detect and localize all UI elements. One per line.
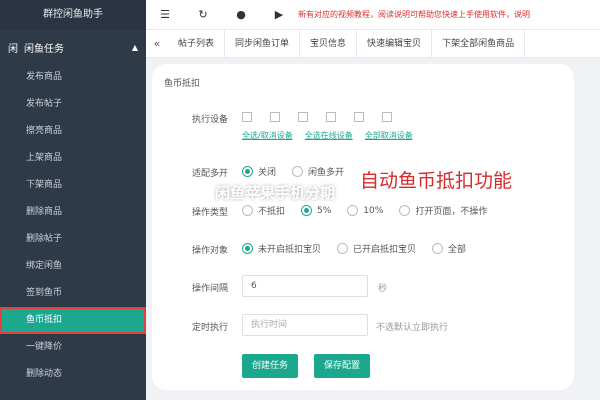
timer-hint: 不选默认立即执行: [376, 323, 449, 333]
device-checkbox[interactable]: [242, 112, 256, 122]
refresh-icon[interactable]: ↻: [184, 8, 222, 21]
radio-selected-icon[interactable]: [242, 166, 253, 177]
device-checkbox[interactable]: [382, 112, 396, 122]
multi-open-options: 关闭 闲鱼多开: [242, 165, 360, 178]
checkbox-icon[interactable]: [326, 112, 336, 122]
sidebar-item-delete-product[interactable]: 删除商品: [0, 199, 146, 226]
coin-deduction-panel: 鱼币抵扣 执行设备 全选/取消设备 全选在线设备 全部取消设备 适配多开 关闭 …: [152, 64, 574, 390]
checkbox-icon[interactable]: [382, 112, 392, 122]
type-no-deduct-option[interactable]: 不抵扣: [242, 204, 285, 217]
sidebar-item-delete-moments[interactable]: 删除动态: [0, 361, 146, 388]
target-enabled-option[interactable]: 已开启抵扣宝贝: [337, 242, 416, 255]
promo-overlay-white: 闲鱼苹果手机分期: [215, 184, 336, 202]
device-checkbox[interactable]: [270, 112, 284, 122]
operation-type-label: 操作类型: [192, 208, 229, 218]
operation-target-options: 未开启抵扣宝贝 已开启抵扣宝贝 全部: [242, 242, 482, 255]
select-online-devices-link[interactable]: 全选在线设备: [305, 130, 353, 141]
sidebar-item-publish-product[interactable]: 发布商品: [0, 64, 146, 91]
radio-icon[interactable]: [292, 166, 304, 177]
option-label: 闲鱼多开: [308, 168, 345, 178]
sidebar-item-polish-product[interactable]: 擦亮商品: [0, 118, 146, 145]
tab-delist-all[interactable]: 下架全部闲鱼商品: [432, 30, 526, 57]
target-not-enabled-option[interactable]: 未开启抵扣宝贝: [242, 242, 321, 255]
radio-icon[interactable]: [337, 243, 349, 254]
device-links: 全选/取消设备 全选在线设备 全部取消设备: [242, 130, 425, 141]
device-list: [242, 112, 410, 122]
chevron-up-icon: ▲: [131, 42, 138, 52]
radio-icon[interactable]: [347, 205, 359, 216]
checkbox-icon[interactable]: [242, 112, 252, 122]
radio-icon[interactable]: [242, 205, 253, 216]
target-all-option[interactable]: 全部: [432, 242, 466, 255]
option-label: 不抵扣: [258, 207, 286, 217]
sidebar-item-delist-product[interactable]: 下架商品: [0, 172, 146, 199]
option-label: 全部: [448, 245, 467, 255]
interval-input[interactable]: 6: [242, 275, 368, 297]
multi-open-off-option[interactable]: 关闭: [242, 165, 276, 178]
play-icon[interactable]: ▶: [260, 8, 298, 21]
multi-open-xianyu-option[interactable]: 闲鱼多开: [292, 165, 344, 178]
save-config-button[interactable]: 保存配置: [314, 354, 371, 378]
menu-toggle-icon[interactable]: ☰: [146, 8, 184, 21]
timer-label: 定时执行: [192, 323, 229, 333]
timer-input[interactable]: 执行时间: [242, 314, 368, 336]
operation-type-options: 不抵扣 5% 10% 打开页面，不操作: [242, 204, 503, 217]
tab-sync-orders[interactable]: 同步闲鱼订单: [225, 30, 301, 57]
sidebar-item-one-click-price-cut[interactable]: 一键降价: [0, 334, 146, 361]
checkbox-icon[interactable]: [298, 112, 308, 122]
interval-unit: 秒: [378, 284, 388, 294]
type-open-only-option[interactable]: 打开页面，不操作: [399, 204, 487, 217]
sidebar: 群控闲鱼助手 闲 闲鱼任务 ▲ 发布商品 发布帖子 擦亮商品 上架商品 下架商品…: [0, 0, 146, 400]
sidebar-item-bind-xianyu[interactable]: 绑定闲鱼: [0, 253, 146, 280]
create-task-button[interactable]: 创建任务: [242, 354, 299, 378]
tab-scroll-left-icon[interactable]: «: [146, 37, 168, 50]
top-toolbar: ☰ ↻ ● ▶ 新有对应的视频教程，阅读说明可帮助您快速上手使用软件，说明: [146, 0, 600, 30]
sidebar-item-delete-post[interactable]: 删除帖子: [0, 226, 146, 253]
radio-icon[interactable]: [399, 205, 411, 216]
notice-text: 新有对应的视频教程，阅读说明可帮助您快速上手使用软件，说明: [298, 10, 530, 19]
sidebar-item-coin-deduction[interactable]: 鱼币抵扣: [0, 307, 146, 334]
option-label: 打开页面，不操作: [415, 207, 488, 217]
tab-post-list[interactable]: 帖子列表: [168, 30, 226, 57]
device-checkbox[interactable]: [298, 112, 312, 122]
device-label: 执行设备: [192, 115, 229, 125]
sidebar-item-list-product[interactable]: 上架商品: [0, 145, 146, 172]
panel-title: 鱼币抵扣: [164, 79, 201, 89]
device-checkbox[interactable]: [354, 112, 368, 122]
device-checkbox[interactable]: [326, 112, 340, 122]
sidebar-item-signin-coins[interactable]: 签到鱼币: [0, 280, 146, 307]
multi-open-label: 适配多开: [192, 169, 229, 179]
sidebar-section-label: 闲鱼任务: [24, 43, 64, 55]
app-title: 群控闲鱼助手: [0, 0, 146, 30]
type-5-percent-option[interactable]: 5%: [301, 205, 331, 216]
tab-bar: « 帖子列表 同步闲鱼订单 宝贝信息 快速编辑宝贝 下架全部闲鱼商品: [146, 30, 600, 58]
option-label: 10%: [363, 205, 384, 216]
radio-selected-icon[interactable]: [242, 243, 253, 254]
tab-item-info[interactable]: 宝贝信息: [300, 30, 358, 57]
checkbox-icon[interactable]: [354, 112, 364, 122]
sidebar-item-publish-post[interactable]: 发布帖子: [0, 91, 146, 118]
sidebar-section-xianyu-tasks[interactable]: 闲 闲鱼任务 ▲: [0, 30, 146, 64]
xianyu-icon: 闲: [8, 43, 18, 55]
option-label: 关闭: [258, 168, 277, 178]
checkbox-icon[interactable]: [270, 112, 280, 122]
option-label: 5%: [317, 205, 332, 216]
interval-label: 操作间隔: [192, 284, 229, 294]
deselect-all-devices-link[interactable]: 全部取消设备: [365, 130, 413, 141]
radio-selected-icon[interactable]: [301, 205, 313, 216]
promo-overlay-red: 自动鱼币抵扣功能: [360, 170, 513, 192]
option-label: 已开启抵扣宝贝: [353, 245, 417, 255]
operation-target-label: 操作对象: [192, 246, 229, 256]
option-label: 未开启抵扣宝贝: [258, 245, 322, 255]
select-all-devices-link[interactable]: 全选/取消设备: [242, 130, 293, 141]
chat-icon[interactable]: ●: [222, 8, 260, 21]
radio-icon[interactable]: [432, 243, 444, 254]
tab-quick-edit[interactable]: 快速编辑宝贝: [357, 30, 433, 57]
type-10-percent-option[interactable]: 10%: [347, 205, 383, 216]
